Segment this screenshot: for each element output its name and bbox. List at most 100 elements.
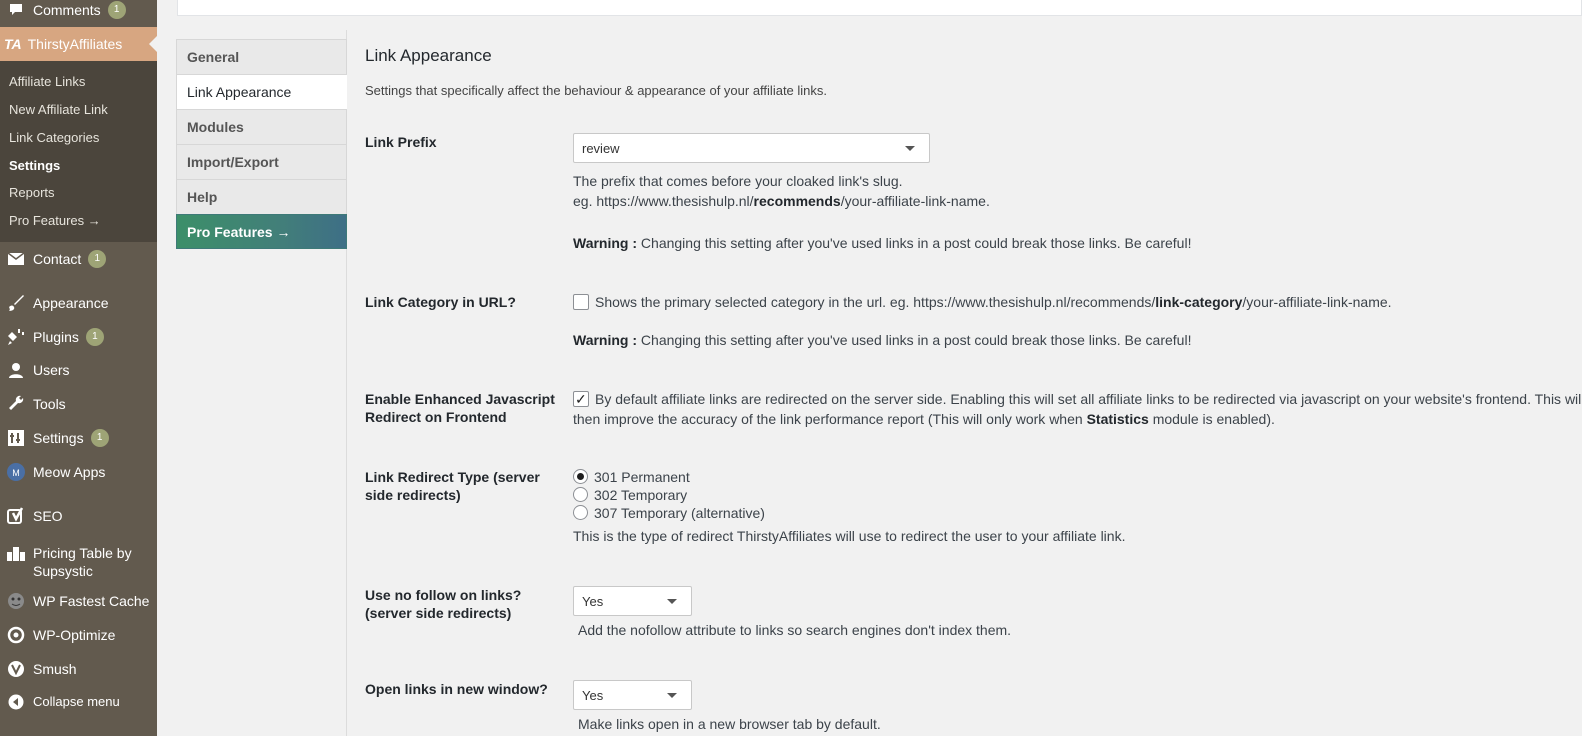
meow-apps-icon: M <box>5 462 27 482</box>
submenu-reports[interactable]: Reports <box>9 185 55 200</box>
chevron-down-icon <box>667 599 677 604</box>
link-category-text-pre: Shows the primary selected category in t… <box>595 294 1156 310</box>
redirect-option-301-label: 301 Permanent <box>594 469 690 485</box>
js-redirect-text-bold: Statistics <box>1086 411 1149 427</box>
link-prefix-value: review <box>582 140 620 156</box>
yoast-icon <box>5 506 27 526</box>
menu-pricing-table[interactable]: Pricing Table by Supsystic <box>0 542 157 582</box>
plugin-icon <box>5 327 27 347</box>
wp-optimize-icon <box>5 625 27 645</box>
link-prefix-select[interactable]: review <box>573 133 930 163</box>
comments-count-badge: 1 <box>107 1 126 19</box>
menu-settings[interactable]: Settings 1 <box>0 421 157 455</box>
radio-307[interactable] <box>573 505 588 520</box>
tab-modules[interactable]: Modules <box>176 109 347 144</box>
redirect-type-help: This is the type of redirect ThirstyAffi… <box>573 528 1126 544</box>
thirstyaffiliates-submenu: Affiliate Links New Affiliate Link Link … <box>0 61 157 242</box>
nofollow-label: Use no follow on links? (server side red… <box>365 587 522 621</box>
tab-general[interactable]: General <box>176 39 347 74</box>
nofollow-help: Add the nofollow attribute to links so s… <box>578 622 1012 638</box>
menu-seo[interactable]: SEO <box>0 499 157 533</box>
js-redirect-checkbox[interactable]: ✓ <box>573 391 589 407</box>
smush-icon <box>5 659 27 679</box>
page-title: Link Appearance <box>365 46 492 65</box>
link-prefix-help-text: The prefix that comes before your cloake… <box>573 173 903 189</box>
menu-wp-fastest-cache[interactable]: WP Fastest Cache <box>0 584 157 618</box>
js-redirect-option: ✓ By default affiliate links are redirect… <box>573 389 1582 429</box>
checkmark-icon: ✓ <box>575 391 587 407</box>
settings-sliders-icon <box>5 428 27 448</box>
link-prefix-example-pre: eg. https://www.thesishulp.nl/ <box>573 193 754 209</box>
new-window-select[interactable]: Yes <box>573 680 692 710</box>
menu-wp-optimize[interactable]: WP-Optimize <box>0 618 157 652</box>
link-prefix-help: The prefix that comes before your cloake… <box>573 171 990 211</box>
js-redirect-text-3: module is enabled). <box>1148 411 1275 427</box>
js-redirect-label: Enable Enhanced Javascript Redirect on F… <box>365 391 555 425</box>
new-window-label: Open links in new window? <box>365 681 548 697</box>
warning-text: Changing this setting after you've used … <box>640 332 1192 348</box>
plugins-count-badge: 1 <box>85 328 104 346</box>
tab-link-appearance[interactable]: Link Appearance <box>176 74 347 109</box>
current-menu-arrow <box>149 36 157 52</box>
radio-301[interactable] <box>573 469 588 484</box>
collapse-icon <box>5 692 27 712</box>
link-category-label: Link Category in URL? <box>365 294 516 310</box>
cheetah-icon <box>5 591 27 611</box>
collapse-menu-button[interactable]: Collapse menu <box>0 685 157 719</box>
menu-users[interactable]: Users <box>0 353 157 387</box>
contact-count-badge: 1 <box>88 250 107 268</box>
menu-thirstyaffiliates[interactable]: TA ThirstyAffiliates <box>0 27 157 61</box>
warning-label: Warning : <box>573 332 638 348</box>
svg-text:M: M <box>12 468 20 478</box>
menu-tools[interactable]: Tools <box>0 387 157 421</box>
js-redirect-text-1: By default affiliate links are redirecte… <box>595 391 1582 407</box>
nofollow-value: Yes <box>582 593 604 609</box>
link-category-text-post: /your-affiliate-link-name. <box>1242 294 1392 310</box>
menu-smush[interactable]: Smush <box>0 652 157 686</box>
redirect-option-307[interactable]: 307 Temporary (alternative) <box>573 504 765 522</box>
submenu-link-categories[interactable]: Link Categories <box>9 130 99 145</box>
chevron-down-icon <box>905 146 915 151</box>
tab-help[interactable]: Help <box>176 179 347 214</box>
submenu-new-affiliate-link[interactable]: New Affiliate Link <box>9 102 108 117</box>
link-prefix-label: Link Prefix <box>365 134 437 150</box>
warning-label: Warning : <box>573 235 638 251</box>
link-prefix-example: eg. https://www.thesishulp.nl/recommends… <box>573 191 990 211</box>
thirstyaffiliates-logo-icon: TA <box>4 36 22 52</box>
link-category-text-bold: link-category <box>1155 294 1243 310</box>
link-prefix-example-post: /your-affiliate-link-name. <box>840 193 990 209</box>
menu-meow-apps[interactable]: M Meow Apps <box>0 455 157 489</box>
link-category-option: Shows the primary selected category in t… <box>573 292 1392 312</box>
submenu-settings[interactable]: Settings <box>9 158 60 173</box>
nofollow-select[interactable]: Yes <box>573 586 692 616</box>
link-category-checkbox[interactable] <box>573 294 589 310</box>
chevron-down-icon <box>667 693 677 698</box>
comment-icon <box>5 0 27 20</box>
js-redirect-text-2: then improve the accuracy of the link pe… <box>573 411 1087 427</box>
new-window-help: Make links open in a new browser tab by … <box>578 716 881 732</box>
submenu-pro-features[interactable]: Pro Features → <box>9 213 101 228</box>
menu-contact[interactable]: Contact 1 <box>0 242 157 276</box>
redirect-type-label: Link Redirect Type (server side redirect… <box>365 469 540 503</box>
settings-count-badge: 1 <box>90 429 109 447</box>
mail-icon <box>5 249 27 269</box>
warning-text: Changing this setting after you've used … <box>640 235 1192 251</box>
menu-plugins[interactable]: Plugins 1 <box>0 320 157 354</box>
settings-tabs: General Link Appearance Modules Import/E… <box>176 39 347 249</box>
menu-appearance[interactable]: Appearance <box>0 286 157 320</box>
redirect-option-302-label: 302 Temporary <box>594 487 688 503</box>
menu-comments[interactable]: Comments 1 <box>0 0 157 27</box>
top-panel <box>177 0 1582 16</box>
redirect-option-301[interactable]: 301 Permanent <box>573 468 765 486</box>
tab-pro-features[interactable]: Pro Features → <box>176 214 347 249</box>
redirect-option-302[interactable]: 302 Temporary <box>573 486 765 504</box>
admin-sidebar: Comments 1 TA ThirstyAffiliates Affiliat… <box>0 0 157 736</box>
user-icon <box>5 360 27 380</box>
redirect-option-307-label: 307 Temporary (alternative) <box>594 505 765 521</box>
redirect-type-options: 301 Permanent 302 Temporary 307 Temporar… <box>573 468 765 522</box>
new-window-value: Yes <box>582 687 604 703</box>
wrench-icon <box>5 394 27 414</box>
submenu-affiliate-links[interactable]: Affiliate Links <box>9 74 85 89</box>
tab-import-export[interactable]: Import/Export <box>176 144 347 179</box>
radio-302[interactable] <box>573 487 588 502</box>
